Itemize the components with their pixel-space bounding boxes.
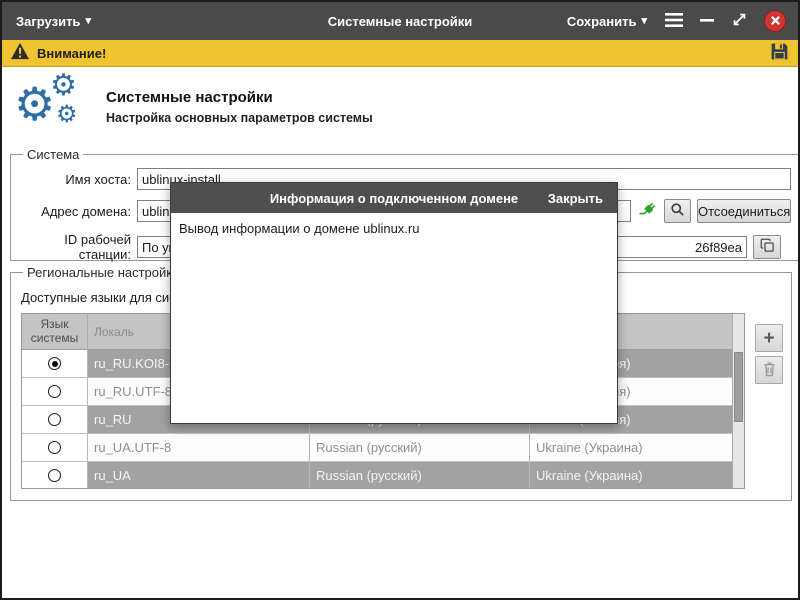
locale-cell: ru_UA.UTF-8	[88, 434, 310, 462]
locale-cell: ru_UA	[88, 462, 310, 489]
domain-label: Адрес домена:	[19, 204, 131, 219]
dialog-body: Вывод информации о домене ublinux.ru	[171, 213, 617, 244]
system-section-legend: Система	[23, 147, 83, 162]
regional-section-legend: Региональные настройки	[23, 265, 183, 280]
expand-icon	[731, 11, 748, 31]
add-locale-button[interactable]: +	[755, 324, 783, 352]
copy-station-id-button[interactable]	[753, 235, 781, 259]
maximize-button[interactable]	[731, 11, 748, 31]
save-menu-button[interactable]: Сохранить ▾	[565, 10, 649, 33]
close-button[interactable]	[764, 10, 786, 32]
minimize-button[interactable]	[699, 13, 715, 30]
chevron-down-icon: ▾	[85, 16, 91, 27]
language-cell: Russian (русский)	[310, 434, 530, 462]
warning-bar: Внимание!	[2, 40, 798, 67]
scrollbar-thumb[interactable]	[734, 352, 743, 422]
floppy-disk-icon	[769, 41, 790, 65]
hamburger-menu-button[interactable]	[665, 13, 683, 30]
save-changes-button[interactable]	[769, 41, 790, 65]
gears-icon: ⚙ ⚙ ⚙	[14, 73, 100, 135]
minimize-icon	[699, 13, 715, 30]
country-cell: Ukraine (Украина)	[530, 434, 734, 462]
locale-radio[interactable]	[48, 441, 61, 454]
locale-radio[interactable]	[48, 357, 61, 370]
dialog-titlebar[interactable]: Информация о подключенном домене Закрыть	[171, 183, 617, 213]
locale-radio[interactable]	[48, 413, 61, 426]
disconnect-button[interactable]: Отсоединиться	[697, 199, 791, 223]
load-menu-button[interactable]: Загрузить ▾	[14, 10, 93, 33]
system-settings-window: Загрузить ▾ Системные настройки Сохранит…	[0, 0, 800, 600]
column-header-system-language[interactable]: Язык системы	[22, 314, 88, 350]
save-menu-label: Сохранить	[567, 14, 637, 29]
locale-radio[interactable]	[48, 385, 61, 398]
page-title: Системные настройки	[106, 89, 273, 106]
warning-text: Внимание!	[37, 46, 106, 61]
table-scrollbar[interactable]	[732, 314, 744, 488]
domain-info-dialog: Информация о подключенном домене Закрыть…	[170, 182, 618, 424]
station-id-label: ID рабочей станции:	[19, 232, 131, 262]
hostname-label: Имя хоста:	[19, 172, 131, 187]
delete-locale-button[interactable]	[755, 356, 783, 384]
close-icon	[770, 14, 781, 29]
plug-icon	[637, 199, 659, 224]
dialog-close-button[interactable]: Закрыть	[548, 191, 603, 206]
domain-connect-button[interactable]	[635, 199, 661, 223]
language-cell: Russian (русский)	[310, 462, 530, 489]
table-row[interactable]: ru_UA Russian (русский) Ukraine (Украина…	[22, 462, 732, 489]
page-header: ⚙ ⚙ ⚙ Системные настройки Настройка осно…	[2, 71, 798, 141]
plus-icon: +	[763, 329, 774, 348]
domain-search-button[interactable]	[664, 199, 691, 223]
load-menu-label: Загрузить	[16, 14, 80, 29]
search-icon	[670, 202, 685, 220]
hamburger-icon	[665, 13, 683, 30]
station-id-value-right: 26f89ea	[695, 240, 742, 255]
warning-icon	[10, 42, 30, 65]
country-cell: Ukraine (Украина)	[530, 462, 734, 489]
locale-radio[interactable]	[48, 469, 61, 482]
page-subtitle: Настройка основных параметров системы	[106, 111, 373, 125]
trash-icon	[762, 361, 777, 380]
window-titlebar[interactable]: Загрузить ▾ Системные настройки Сохранит…	[2, 2, 798, 40]
chevron-down-icon: ▾	[641, 16, 647, 27]
table-row[interactable]: ru_UA.UTF-8 Russian (русский) Ukraine (У…	[22, 434, 732, 462]
copy-icon	[760, 238, 775, 256]
